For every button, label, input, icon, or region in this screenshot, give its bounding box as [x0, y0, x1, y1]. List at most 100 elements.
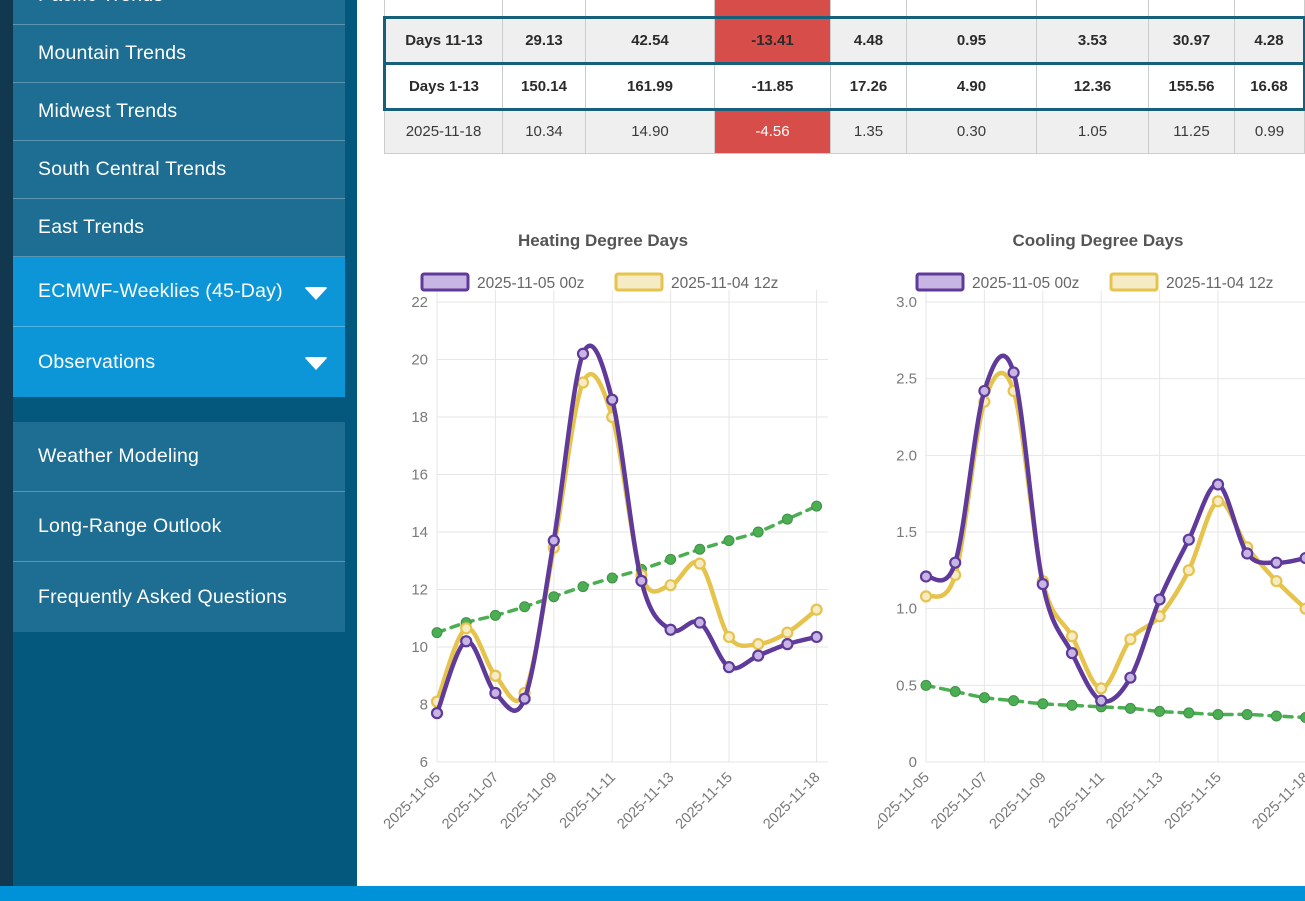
value-cell: 1.35: [831, 109, 907, 153]
svg-text:8: 8: [420, 697, 428, 714]
svg-text:2025-11-11: 2025-11-11: [1046, 770, 1108, 832]
value-cell: 16.68: [1235, 63, 1305, 109]
sidebar-item-midwest-trends[interactable]: Midwest Trends: [13, 83, 345, 141]
footer-bar: [0, 886, 1305, 901]
value-cell: 1.32: [831, 0, 907, 17]
value-cell: -4.56: [715, 109, 831, 153]
sidebar-item-pacific-trends[interactable]: Pacific Trends: [13, 0, 345, 25]
value-cell: 4.48: [831, 17, 907, 63]
value-cell: 0.30: [907, 109, 1037, 153]
svg-text:2025-11-15: 2025-11-15: [673, 770, 736, 833]
value-cell: 155.56: [1149, 63, 1235, 109]
sidebar-item-label: Long-Range Outlook: [38, 515, 222, 538]
sidebar-item-label: East Trends: [38, 216, 144, 239]
sidebar-item-label: Weather Modeling: [38, 445, 199, 468]
chart-title: Heating Degree Days: [518, 231, 688, 250]
svg-text:2025-11-04 12z: 2025-11-04 12z: [1166, 275, 1273, 292]
value-cell: 10.14: [503, 0, 586, 17]
sidebar-item-label: ECMWF-Weeklies (45-Day): [38, 280, 283, 303]
chevron-down-icon: [304, 287, 328, 300]
sidebar-item-east-trends[interactable]: East Trends: [13, 199, 345, 257]
degree-days-table: 2025-11-1710.1414.34-4.401.320.321.0110.…: [383, 0, 1305, 154]
sidebar-item-frequently-asked-questions[interactable]: Frequently Asked Questions: [13, 562, 345, 632]
heating-degree-days-chart: 68101214161820222025-11-052025-11-072025…: [383, 230, 828, 875]
value-cell: 29.13: [503, 17, 586, 63]
svg-text:18: 18: [411, 409, 428, 426]
sidebar-item-label: Mountain Trends: [38, 42, 186, 65]
value-cell: 0.99: [1235, 109, 1305, 153]
svg-text:2025-11-15: 2025-11-15: [1162, 770, 1225, 833]
sidebar-item-label: South Central Trends: [38, 158, 226, 181]
svg-text:6: 6: [420, 754, 428, 771]
svg-text:2025-11-13: 2025-11-13: [614, 770, 677, 833]
sidebar-item-label: Midwest Trends: [38, 100, 177, 123]
value-cell: -11.85: [715, 63, 831, 109]
svg-text:2.5: 2.5: [896, 371, 917, 388]
sidebar-item-ecmwf-weeklies-45-day[interactable]: ECMWF-Weeklies (45-Day): [13, 257, 345, 327]
sidebar-item-label: Pacific Trends: [38, 0, 163, 7]
sidebar-item-label: Observations: [38, 351, 155, 374]
svg-text:22: 22: [411, 294, 428, 311]
table-row: Days 11-1329.1342.54-13.414.480.953.5330…: [385, 17, 1305, 63]
sidebar-item-observations[interactable]: Observations: [13, 327, 345, 397]
svg-text:2025-11-04 12z: 2025-11-04 12z: [671, 275, 778, 292]
chart-legend: 2025-11-05 00z 2025-11-04 12z: [422, 274, 778, 292]
svg-text:2025-11-05 00z: 2025-11-05 00z: [972, 275, 1079, 292]
svg-text:2025-11-05: 2025-11-05: [878, 770, 933, 833]
value-cell: 10.34: [1149, 0, 1235, 17]
sidebar-item-weather-modeling[interactable]: Weather Modeling: [13, 422, 345, 492]
value-cell: 4.28: [1235, 17, 1305, 63]
cooling-degree-days-chart: 00.51.01.52.02.53.02025-11-052025-11-072…: [878, 230, 1305, 875]
value-cell: 11.25: [1149, 109, 1235, 153]
table-row: Days 1-13150.14161.99-11.8517.264.9012.3…: [385, 63, 1305, 109]
value-cell: 150.14: [503, 63, 586, 109]
svg-text:2025-11-11: 2025-11-11: [557, 770, 619, 832]
svg-text:1.5: 1.5: [896, 524, 917, 541]
svg-text:0.5: 0.5: [896, 677, 917, 694]
sidebar-item-long-range-outlook[interactable]: Long-Range Outlook: [13, 492, 345, 562]
table-row: 2025-11-1810.3414.90-4.561.350.301.0511.…: [385, 109, 1305, 153]
svg-text:14: 14: [411, 524, 428, 541]
svg-text:1.0: 1.0: [896, 601, 917, 618]
value-cell: 14.90: [586, 109, 715, 153]
svg-text:2025-11-05: 2025-11-05: [383, 770, 444, 833]
row-label-cell: Days 11-13: [385, 17, 503, 63]
value-cell: 0.95: [907, 17, 1037, 63]
svg-text:10: 10: [411, 639, 428, 656]
sidebar-item-label: Frequently Asked Questions: [38, 586, 287, 609]
value-cell: 1.05: [1037, 109, 1149, 153]
value-cell: 10.34: [503, 109, 586, 153]
row-label-cell: 2025-11-17: [385, 0, 503, 17]
svg-text:2025-11-07: 2025-11-07: [928, 770, 991, 833]
value-cell: 3.53: [1037, 17, 1149, 63]
svg-text:0: 0: [909, 754, 917, 771]
row-label-cell: 2025-11-18: [385, 109, 503, 153]
sidebar-secondary-menu: Weather Modeling Long-Range Outlook Freque…: [13, 422, 345, 632]
chart-title: Cooling Degree Days: [1013, 231, 1184, 250]
value-cell: 1.01: [1037, 0, 1149, 17]
value-cell: 12.36: [1037, 63, 1149, 109]
svg-text:16: 16: [411, 467, 428, 484]
sidebar-primary-menu: Pacific Trends Mountain Trends Midwest Tre…: [13, 0, 345, 397]
svg-text:2025-11-18: 2025-11-18: [760, 770, 823, 833]
value-cell: 42.54: [586, 17, 715, 63]
value-cell: -4.40: [715, 0, 831, 17]
value-cell: 17.26: [831, 63, 907, 109]
svg-text:2025-11-18: 2025-11-18: [1249, 770, 1305, 833]
sidebar-item-mountain-trends[interactable]: Mountain Trends: [13, 25, 345, 83]
value-cell: 4.90: [907, 63, 1037, 109]
table-row: 2025-11-1710.1414.34-4.401.320.321.0110.…: [385, 0, 1305, 17]
chevron-down-icon: [304, 357, 328, 370]
row-label-cell: Days 1-13: [385, 63, 503, 109]
value-cell: 14.34: [586, 0, 715, 17]
value-cell: -13.41: [715, 17, 831, 63]
value-cell: 1.29: [1235, 0, 1305, 17]
value-cell: 30.97: [1149, 17, 1235, 63]
svg-text:2025-11-05 00z: 2025-11-05 00z: [477, 275, 584, 292]
svg-text:2025-11-09: 2025-11-09: [987, 770, 1050, 833]
svg-text:2.0: 2.0: [896, 447, 917, 464]
svg-text:2025-11-09: 2025-11-09: [498, 770, 561, 833]
value-cell: 0.32: [907, 0, 1037, 17]
value-cell: 161.99: [586, 63, 715, 109]
sidebar-item-south-central-trends[interactable]: South Central Trends: [13, 141, 345, 199]
